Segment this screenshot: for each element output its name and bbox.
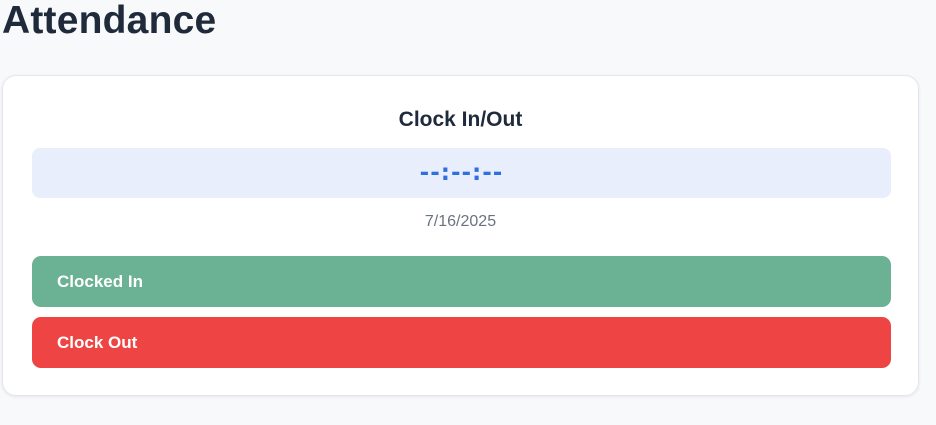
time-display: --:--:-- bbox=[419, 160, 504, 186]
clock-out-button[interactable]: Clock Out bbox=[32, 317, 891, 368]
clock-card: Clock In/Out --:--:-- 7/16/2025 Clocked … bbox=[2, 75, 919, 396]
clocked-in-button[interactable]: Clocked In bbox=[32, 256, 891, 307]
date-display: 7/16/2025 bbox=[424, 213, 497, 230]
time-display-box: --:--:-- bbox=[32, 148, 891, 198]
page-title: Attendance bbox=[2, 0, 217, 42]
card-title: Clock In/Out bbox=[398, 108, 523, 131]
